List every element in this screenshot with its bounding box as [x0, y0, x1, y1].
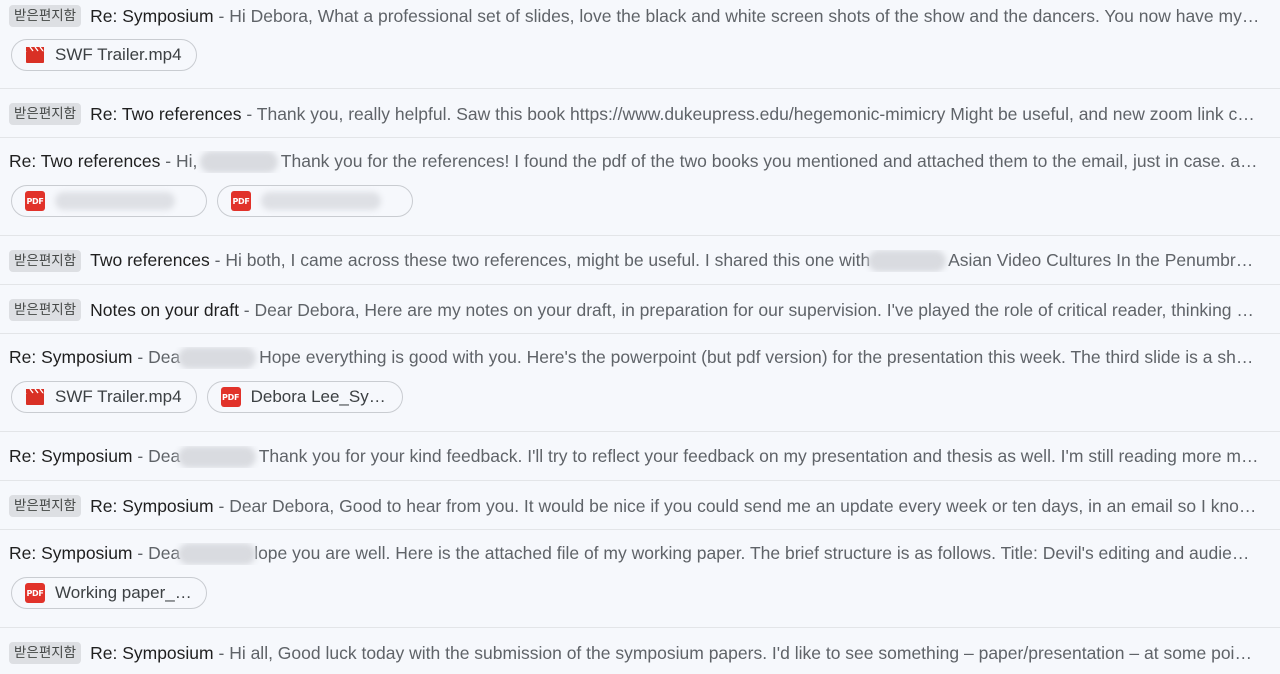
- email-summary: Notes on your draft - Dear Debora, Here …: [90, 299, 1264, 320]
- email-summary: Re: Symposium - Dear Debora, Good to hea…: [90, 495, 1274, 516]
- attachment-chip[interactable]: PDF Working paper_…: [11, 577, 207, 609]
- email-row[interactable]: 받은편지함 Two references - Hi both, I came a…: [0, 236, 1280, 285]
- email-subject: Re: Symposium: [90, 5, 214, 26]
- redacted-name: [178, 543, 257, 566]
- email-summary: Re: Symposium - Dea lope you are well. He…: [9, 542, 1280, 566]
- inbox-label-badge[interactable]: 받은편지함: [9, 5, 82, 27]
- email-subject: Re: Two references: [90, 103, 242, 124]
- attachment-name: SWF Trailer.mp4: [55, 45, 182, 64]
- email-row[interactable]: Re: Symposium - Dea Thank you for your k…: [0, 432, 1280, 481]
- video-icon: [25, 45, 45, 65]
- email-snippet: Dea: [148, 542, 181, 563]
- pdf-icon: PDF: [25, 191, 45, 211]
- email-snippet: Hi Debora, What a professional set of sl…: [229, 5, 1265, 26]
- attachment-chip[interactable]: SWF Trailer.mp4: [11, 381, 197, 413]
- pdf-icon: PDF: [220, 387, 241, 407]
- attachment-chip[interactable]: PDF: [217, 185, 413, 217]
- email-snippet: Asian Video Cultures In the Penumbra…: [948, 249, 1263, 270]
- email-summary: Re: Two references - Hi, Thank you for t…: [9, 150, 1280, 174]
- email-row[interactable]: 받은편지함 Re: Symposium - Hi all, Good luck …: [0, 628, 1280, 674]
- email-snippet: Dear Debora, Here are my notes on your d…: [254, 299, 1264, 320]
- email-subject: Re: Symposium: [90, 495, 214, 516]
- inbox-label-badge[interactable]: 받은편지함: [9, 299, 82, 321]
- attachment-name: Working paper_…: [55, 583, 192, 602]
- redacted-name: [178, 347, 257, 370]
- redacted-name: [200, 151, 279, 174]
- email-row[interactable]: Re: Symposium - Dea Hope everything is g…: [0, 334, 1280, 432]
- attachment-chip[interactable]: PDF: [11, 185, 207, 217]
- email-snippet: Hi all, Good luck today with the submiss…: [229, 642, 1252, 663]
- email-snippet: Dear Debora, Good to hear from you. It w…: [229, 495, 1274, 516]
- email-row[interactable]: 받은편지함 Re: Symposium - Hi Debora, What a …: [0, 0, 1280, 89]
- redacted-attachment-name: [261, 192, 381, 210]
- email-row[interactable]: Re: Symposium - Dea lope you are well. He…: [0, 530, 1280, 628]
- email-row[interactable]: Re: Two references - Hi, Thank you for t…: [0, 138, 1280, 236]
- inbox-label-badge[interactable]: 받은편지함: [9, 103, 82, 125]
- email-summary: Re: Symposium - Hi all, Good luck today …: [90, 642, 1252, 663]
- attachment-chip[interactable]: SWF Trailer.mp4: [11, 39, 197, 71]
- email-snippet: Hi both, I came across these two referen…: [225, 249, 871, 270]
- attachment-name: SWF Trailer.mp4: [55, 387, 182, 406]
- email-snippet: Hope everything is good with you. Here's…: [259, 346, 1264, 367]
- email-snippet: Dea: [148, 346, 181, 367]
- pdf-icon: PDF: [231, 191, 251, 211]
- email-snippet: Thank you for the references! I found th…: [280, 150, 1268, 171]
- email-subject: Re: Symposium: [90, 642, 214, 663]
- email-subject: Re: Symposium: [9, 542, 133, 563]
- email-subject: Re: Symposium: [9, 445, 133, 466]
- email-row[interactable]: 받은편지함 Notes on your draft - Dear Debora,…: [0, 285, 1280, 334]
- email-snippet: Thank you, really helpful. Saw this book…: [256, 103, 1255, 124]
- redacted-name: [178, 446, 257, 469]
- email-subject: Two references: [90, 249, 210, 270]
- email-row[interactable]: 받은편지함 Re: Two references - Thank you, re…: [0, 89, 1280, 138]
- email-snippet: Hi,: [175, 150, 198, 171]
- pdf-icon: PDF: [25, 583, 45, 603]
- email-summary: Two references - Hi both, I came across …: [90, 249, 1280, 273]
- email-subject: Re: Symposium: [9, 346, 133, 367]
- inbox-label-badge[interactable]: 받은편지함: [9, 250, 82, 272]
- email-summary: Re: Symposium - Dea Thank you for your k…: [9, 445, 1280, 469]
- email-subject: Re: Two references: [9, 150, 161, 171]
- email-subject: Notes on your draft: [90, 299, 239, 320]
- redacted-name: [868, 250, 947, 273]
- video-icon: [25, 387, 45, 407]
- email-summary: Re: Two references - Thank you, really h…: [90, 103, 1255, 124]
- redacted-attachment-name: [55, 192, 175, 210]
- attachment-chip[interactable]: PDF Debora Lee_Sy…: [206, 381, 403, 413]
- inbox-label-badge[interactable]: 받은편지함: [9, 642, 82, 664]
- email-snippet: lope you are well. Here is the attached …: [254, 542, 1250, 563]
- inbox-label-badge[interactable]: 받은편지함: [9, 495, 82, 517]
- email-summary: Re: Symposium - Dea Hope everything is g…: [9, 346, 1280, 370]
- email-list: 받은편지함 Re: Symposium - Hi Debora, What a …: [0, 0, 1280, 674]
- email-snippet: Thank you for your kind feedback. I'll t…: [258, 445, 1259, 466]
- email-snippet: Dea: [148, 445, 181, 466]
- email-row[interactable]: 받은편지함 Re: Symposium - Dear Debora, Good …: [0, 481, 1280, 530]
- attachment-name: Debora Lee_Sy…: [250, 387, 386, 406]
- email-summary: Re: Symposium - Hi Debora, What a profes…: [90, 5, 1265, 26]
